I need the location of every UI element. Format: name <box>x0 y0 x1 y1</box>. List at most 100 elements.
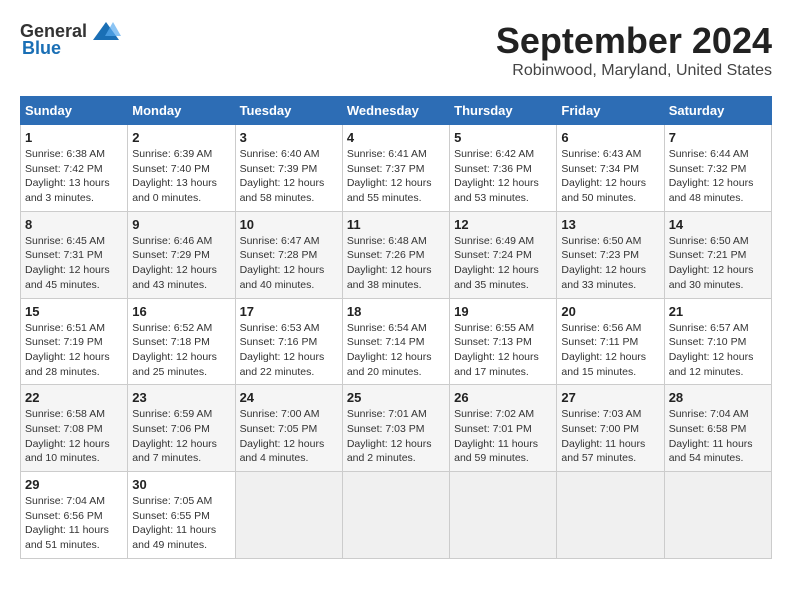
sunset-label: Sunset: 7:00 PM <box>561 423 639 435</box>
sunrise-label: Sunrise: 6:57 AM <box>669 322 749 334</box>
daylight-label: Daylight: 12 hours and 25 minutes. <box>132 351 217 378</box>
daylight-label: Daylight: 12 hours and 10 minutes. <box>25 438 110 465</box>
daylight-label: Daylight: 12 hours and 50 minutes. <box>561 177 646 204</box>
day-info: Sunrise: 6:58 AM Sunset: 7:08 PM Dayligh… <box>25 407 123 466</box>
daylight-label: Daylight: 11 hours and 59 minutes. <box>454 438 538 465</box>
day-number: 28 <box>669 390 767 405</box>
daylight-label: Daylight: 12 hours and 15 minutes. <box>561 351 646 378</box>
sunrise-label: Sunrise: 6:53 AM <box>240 322 320 334</box>
daylight-label: Daylight: 12 hours and 55 minutes. <box>347 177 432 204</box>
day-info: Sunrise: 6:52 AM Sunset: 7:18 PM Dayligh… <box>132 321 230 380</box>
sunrise-label: Sunrise: 7:05 AM <box>132 495 212 507</box>
sunset-label: Sunset: 7:24 PM <box>454 249 532 261</box>
sunrise-label: Sunrise: 7:03 AM <box>561 408 641 420</box>
sunset-label: Sunset: 7:10 PM <box>669 336 747 348</box>
sunset-label: Sunset: 7:28 PM <box>240 249 318 261</box>
day-info: Sunrise: 6:59 AM Sunset: 7:06 PM Dayligh… <box>132 407 230 466</box>
day-info: Sunrise: 6:49 AM Sunset: 7:24 PM Dayligh… <box>454 234 552 293</box>
day-info: Sunrise: 6:57 AM Sunset: 7:10 PM Dayligh… <box>669 321 767 380</box>
logo: General Blue <box>20 20 121 59</box>
sunset-label: Sunset: 7:39 PM <box>240 163 318 175</box>
day-info: Sunrise: 6:48 AM Sunset: 7:26 PM Dayligh… <box>347 234 445 293</box>
day-number: 21 <box>669 304 767 319</box>
sunrise-label: Sunrise: 6:56 AM <box>561 322 641 334</box>
sunrise-label: Sunrise: 6:47 AM <box>240 235 320 247</box>
calendar-cell <box>664 472 771 559</box>
calendar-cell: 19 Sunrise: 6:55 AM Sunset: 7:13 PM Dayl… <box>450 298 557 385</box>
sunset-label: Sunset: 6:58 PM <box>669 423 747 435</box>
day-info: Sunrise: 6:56 AM Sunset: 7:11 PM Dayligh… <box>561 321 659 380</box>
sunrise-label: Sunrise: 6:42 AM <box>454 148 534 160</box>
day-info: Sunrise: 6:40 AM Sunset: 7:39 PM Dayligh… <box>240 147 338 206</box>
day-info: Sunrise: 6:46 AM Sunset: 7:29 PM Dayligh… <box>132 234 230 293</box>
calendar-cell <box>450 472 557 559</box>
sunrise-label: Sunrise: 7:04 AM <box>25 495 105 507</box>
day-number: 8 <box>25 217 123 232</box>
daylight-label: Daylight: 12 hours and 40 minutes. <box>240 264 325 291</box>
sunrise-label: Sunrise: 6:49 AM <box>454 235 534 247</box>
sunrise-label: Sunrise: 6:46 AM <box>132 235 212 247</box>
sunset-label: Sunset: 6:56 PM <box>25 510 103 522</box>
day-number: 20 <box>561 304 659 319</box>
calendar-cell: 21 Sunrise: 6:57 AM Sunset: 7:10 PM Dayl… <box>664 298 771 385</box>
logo-icon <box>91 20 121 42</box>
calendar-cell: 14 Sunrise: 6:50 AM Sunset: 7:21 PM Dayl… <box>664 211 771 298</box>
calendar-table: SundayMondayTuesdayWednesdayThursdayFrid… <box>20 96 772 559</box>
sunset-label: Sunset: 7:42 PM <box>25 163 103 175</box>
daylight-label: Daylight: 12 hours and 48 minutes. <box>669 177 754 204</box>
calendar-cell: 23 Sunrise: 6:59 AM Sunset: 7:06 PM Dayl… <box>128 385 235 472</box>
sunrise-label: Sunrise: 7:01 AM <box>347 408 427 420</box>
day-info: Sunrise: 6:43 AM Sunset: 7:34 PM Dayligh… <box>561 147 659 206</box>
calendar-cell: 7 Sunrise: 6:44 AM Sunset: 7:32 PM Dayli… <box>664 125 771 212</box>
day-info: Sunrise: 6:38 AM Sunset: 7:42 PM Dayligh… <box>25 147 123 206</box>
day-number: 24 <box>240 390 338 405</box>
column-header-thursday: Thursday <box>450 97 557 125</box>
sunset-label: Sunset: 7:23 PM <box>561 249 639 261</box>
day-number: 17 <box>240 304 338 319</box>
day-info: Sunrise: 6:41 AM Sunset: 7:37 PM Dayligh… <box>347 147 445 206</box>
daylight-label: Daylight: 12 hours and 22 minutes. <box>240 351 325 378</box>
sunset-label: Sunset: 7:32 PM <box>669 163 747 175</box>
title-area: September 2024 Robinwood, Maryland, Unit… <box>496 20 772 80</box>
day-number: 25 <box>347 390 445 405</box>
page-header: General Blue September 2024 Robinwood, M… <box>20 20 772 80</box>
sunset-label: Sunset: 7:06 PM <box>132 423 210 435</box>
sunrise-label: Sunrise: 7:04 AM <box>669 408 749 420</box>
day-number: 12 <box>454 217 552 232</box>
sunset-label: Sunset: 7:08 PM <box>25 423 103 435</box>
sunrise-label: Sunrise: 6:41 AM <box>347 148 427 160</box>
day-number: 2 <box>132 130 230 145</box>
daylight-label: Daylight: 12 hours and 2 minutes. <box>347 438 432 465</box>
column-header-friday: Friday <box>557 97 664 125</box>
day-number: 27 <box>561 390 659 405</box>
daylight-label: Daylight: 12 hours and 43 minutes. <box>132 264 217 291</box>
sunrise-label: Sunrise: 6:40 AM <box>240 148 320 160</box>
day-number: 11 <box>347 217 445 232</box>
sunset-label: Sunset: 7:13 PM <box>454 336 532 348</box>
day-info: Sunrise: 6:50 AM Sunset: 7:23 PM Dayligh… <box>561 234 659 293</box>
sunset-label: Sunset: 7:18 PM <box>132 336 210 348</box>
calendar-cell: 17 Sunrise: 6:53 AM Sunset: 7:16 PM Dayl… <box>235 298 342 385</box>
day-info: Sunrise: 6:55 AM Sunset: 7:13 PM Dayligh… <box>454 321 552 380</box>
daylight-label: Daylight: 12 hours and 45 minutes. <box>25 264 110 291</box>
day-info: Sunrise: 6:45 AM Sunset: 7:31 PM Dayligh… <box>25 234 123 293</box>
calendar-cell: 1 Sunrise: 6:38 AM Sunset: 7:42 PM Dayli… <box>21 125 128 212</box>
sunset-label: Sunset: 7:26 PM <box>347 249 425 261</box>
daylight-label: Daylight: 13 hours and 3 minutes. <box>25 177 110 204</box>
sunrise-label: Sunrise: 6:58 AM <box>25 408 105 420</box>
logo-text-blue: Blue <box>22 38 61 59</box>
daylight-label: Daylight: 12 hours and 58 minutes. <box>240 177 325 204</box>
calendar-cell: 28 Sunrise: 7:04 AM Sunset: 6:58 PM Dayl… <box>664 385 771 472</box>
daylight-label: Daylight: 12 hours and 12 minutes. <box>669 351 754 378</box>
calendar-cell: 12 Sunrise: 6:49 AM Sunset: 7:24 PM Dayl… <box>450 211 557 298</box>
day-number: 30 <box>132 477 230 492</box>
day-number: 1 <box>25 130 123 145</box>
day-info: Sunrise: 6:39 AM Sunset: 7:40 PM Dayligh… <box>132 147 230 206</box>
calendar-cell: 18 Sunrise: 6:54 AM Sunset: 7:14 PM Dayl… <box>342 298 449 385</box>
sunrise-label: Sunrise: 6:39 AM <box>132 148 212 160</box>
daylight-label: Daylight: 12 hours and 20 minutes. <box>347 351 432 378</box>
daylight-label: Daylight: 12 hours and 7 minutes. <box>132 438 217 465</box>
sunset-label: Sunset: 6:55 PM <box>132 510 210 522</box>
daylight-label: Daylight: 12 hours and 35 minutes. <box>454 264 539 291</box>
sunrise-label: Sunrise: 6:45 AM <box>25 235 105 247</box>
